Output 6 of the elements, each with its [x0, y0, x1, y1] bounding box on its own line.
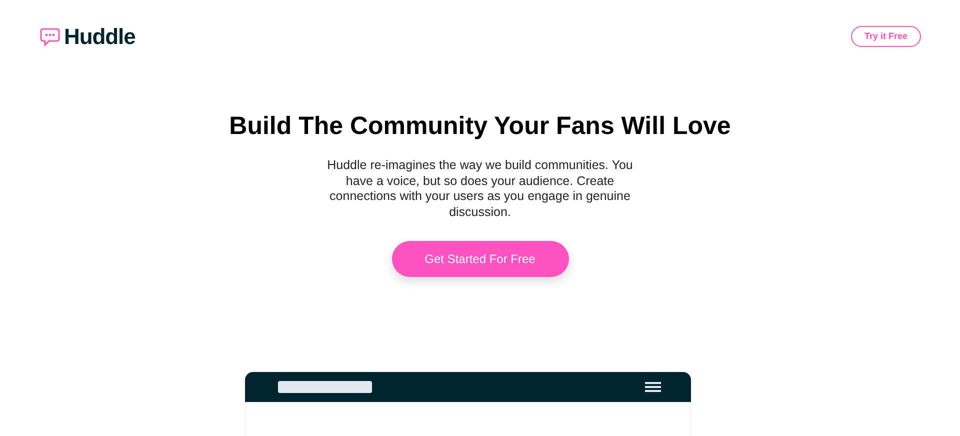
hero-title: Build The Community Your Fans Will Love	[229, 111, 731, 141]
hero-text: Huddle re-imagines the way we build communities. You have a voice, but so does your audience. Create connections with your users as you engage in genuine discussion.	[326, 158, 634, 220]
get-started-button[interactable]: Get Started For Free	[392, 241, 568, 277]
logo-text[interactable]: Huddle	[64, 20, 136, 53]
try-free-button[interactable]: Try it Free	[851, 26, 921, 47]
chat-bubble-icon	[40, 28, 60, 46]
